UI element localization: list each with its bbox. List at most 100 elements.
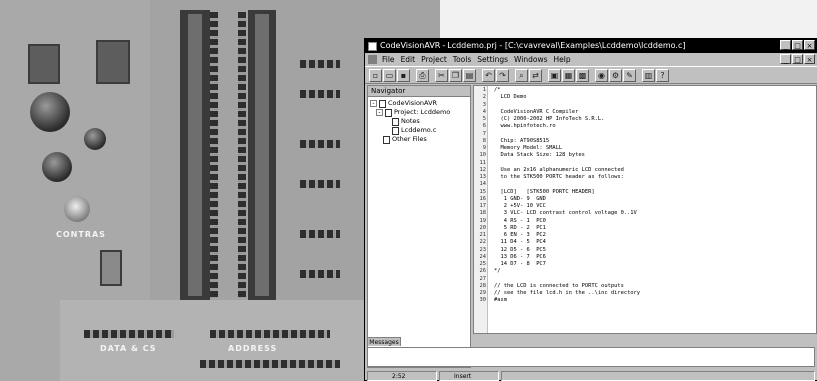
- tree-node-root[interactable]: - CodeVisionAVR: [370, 99, 470, 108]
- line-number: 10: [479, 152, 487, 159]
- pcb-bottom-area: [60, 300, 370, 381]
- print-icon[interactable]: ⎙: [416, 68, 429, 82]
- code-text: www.hpinfotech.ro: [494, 123, 556, 130]
- line-number: 19: [479, 217, 487, 224]
- new-icon[interactable]: ▫: [369, 68, 382, 82]
- menu-file[interactable]: File: [379, 53, 398, 66]
- pin-header-vertical: [210, 12, 218, 298]
- code-text: /*: [494, 87, 501, 93]
- code-text: 3 VLC- LCD contrast control voltage 0..1…: [494, 210, 637, 217]
- make-icon[interactable]: ▦: [562, 68, 575, 82]
- code-line: 22 11 D4 - 5 PC4: [474, 239, 640, 246]
- cut-icon[interactable]: ✂: [435, 68, 448, 82]
- doc-maximize-button[interactable]: □: [792, 54, 803, 64]
- code-line: 21 6 EN - 3 PC2: [474, 232, 640, 239]
- replace-icon[interactable]: ⇄: [529, 68, 542, 82]
- line-number: 29: [479, 290, 487, 296]
- code-text: // the LCD is connected to PORTC outputs: [494, 282, 624, 289]
- line-number: 15: [479, 188, 487, 195]
- copy-icon[interactable]: ❐: [449, 68, 462, 82]
- status-bar: 2:52 Insert: [365, 371, 817, 381]
- help-icon[interactable]: ?: [656, 68, 669, 82]
- chip-icon[interactable]: ▩: [576, 68, 589, 82]
- code-line: 8 Chip: AT90S8515: [474, 138, 640, 145]
- doc-close-button[interactable]: ×: [804, 54, 815, 64]
- line-number: 8: [482, 137, 486, 144]
- document-window-buttons: _ □ ×: [780, 54, 815, 64]
- line-number: 9: [482, 145, 486, 151]
- menu-tools[interactable]: Tools: [450, 53, 474, 66]
- title-bar[interactable]: CodeVisionAVR - Lcddemo.prj - [C:\cvavre…: [365, 39, 817, 53]
- line-number: 23: [479, 246, 487, 253]
- code-line: 3: [474, 102, 640, 109]
- line-number: 24: [479, 253, 487, 260]
- undo-icon[interactable]: ↶: [482, 68, 495, 82]
- line-number: 25: [479, 261, 487, 267]
- line-number: 28: [479, 282, 487, 289]
- crystal: [100, 250, 122, 286]
- maximize-button[interactable]: □: [792, 40, 803, 50]
- code-text: 4 RS - 1 PC0: [494, 217, 546, 224]
- tree-expander[interactable]: -: [376, 109, 383, 116]
- line-number: 13: [479, 174, 487, 180]
- menu-windows[interactable]: Windows: [511, 53, 550, 66]
- ic-socket-right-slot: [255, 14, 269, 296]
- code-text: 1 GND- 9 GND: [494, 195, 546, 202]
- code-text: */: [494, 268, 501, 275]
- line-number: 4: [482, 108, 486, 115]
- line-number: 27: [479, 275, 487, 282]
- code-text: Chip: AT90S8515: [494, 137, 550, 144]
- code-text: Memory Model: SMALL: [494, 145, 563, 151]
- save-icon[interactable]: ▪: [397, 68, 410, 82]
- line-number: 14: [479, 181, 487, 188]
- code-editor[interactable]: 1/* 2 LCD Demo 3 4 CodeVisionAVR C Compiler…: [473, 85, 817, 334]
- code-text: (C) 2000-2002 HP InfoTech S.R.L.: [494, 116, 605, 122]
- tab-messages[interactable]: Messages: [367, 337, 401, 346]
- menu-settings[interactable]: Settings: [474, 53, 511, 66]
- code-line: 4 CodeVisionAVR C Compiler: [474, 109, 640, 116]
- line-number: 18: [479, 210, 487, 217]
- tree-expander[interactable]: -: [370, 100, 377, 107]
- doc-minimize-button[interactable]: _: [780, 54, 791, 64]
- close-button[interactable]: ×: [804, 40, 815, 50]
- tree-node-source[interactable]: Lcddemo.c: [370, 126, 470, 135]
- code-line: 19 4 RS - 1 PC0: [474, 218, 640, 225]
- code-line: 27: [474, 276, 640, 283]
- compile-icon[interactable]: ▣: [548, 68, 561, 82]
- code-line: 6 www.hpinfotech.ro: [474, 123, 640, 130]
- capacitor: [30, 92, 70, 132]
- tree-node-project[interactable]: - Project: Lcddemo: [370, 108, 470, 117]
- code-text: 5 RD - 2 PC1: [494, 224, 546, 231]
- white-backdrop: [440, 0, 817, 40]
- settings-icon[interactable]: ⚙: [609, 68, 622, 82]
- minimize-button[interactable]: _: [780, 40, 791, 50]
- menu-edit[interactable]: Edit: [398, 53, 419, 66]
- find-icon[interactable]: ⌕: [515, 68, 528, 82]
- computer-icon: [379, 99, 386, 108]
- tree-node-other[interactable]: Other Files: [370, 135, 470, 144]
- open-icon[interactable]: ▭: [383, 68, 396, 82]
- messages-list[interactable]: [367, 347, 815, 367]
- menu-help[interactable]: Help: [551, 53, 574, 66]
- document-icon[interactable]: [368, 55, 377, 64]
- code-line: 14: [474, 181, 640, 188]
- code-text: 11 D4 - 5 PC4: [494, 239, 546, 246]
- code-line: 29 // see the file lcd.h in the ..\inc di…: [474, 290, 641, 297]
- code-line: 1 /*: [474, 87, 640, 94]
- code-line: 16 1 GND- 9 GND: [474, 196, 640, 203]
- code-line: 18 3 VLC- LCD contrast control voltage 0…: [474, 210, 640, 217]
- code-text: Use an 2x16 alphanumeric LCD connected: [494, 166, 624, 173]
- terminal-icon[interactable]: ▥: [642, 68, 655, 82]
- redo-icon[interactable]: ↷: [496, 68, 509, 82]
- wizard-icon[interactable]: ✎: [623, 68, 636, 82]
- menu-project[interactable]: Project: [418, 53, 450, 66]
- tree-label: Notes: [401, 117, 420, 125]
- tree-node-notes[interactable]: Notes: [370, 117, 470, 126]
- contrast-label: CONTRAS: [56, 230, 106, 239]
- debug-icon[interactable]: ◉: [595, 68, 608, 82]
- navigator-header: Navigator: [368, 86, 470, 97]
- title-separator: -: [442, 41, 446, 50]
- code-text: 12 D5 - 6 PC5: [494, 246, 546, 253]
- menu-bar: File Edit Project Tools Settings Windows…: [365, 53, 817, 66]
- paste-icon[interactable]: ▤: [463, 68, 476, 82]
